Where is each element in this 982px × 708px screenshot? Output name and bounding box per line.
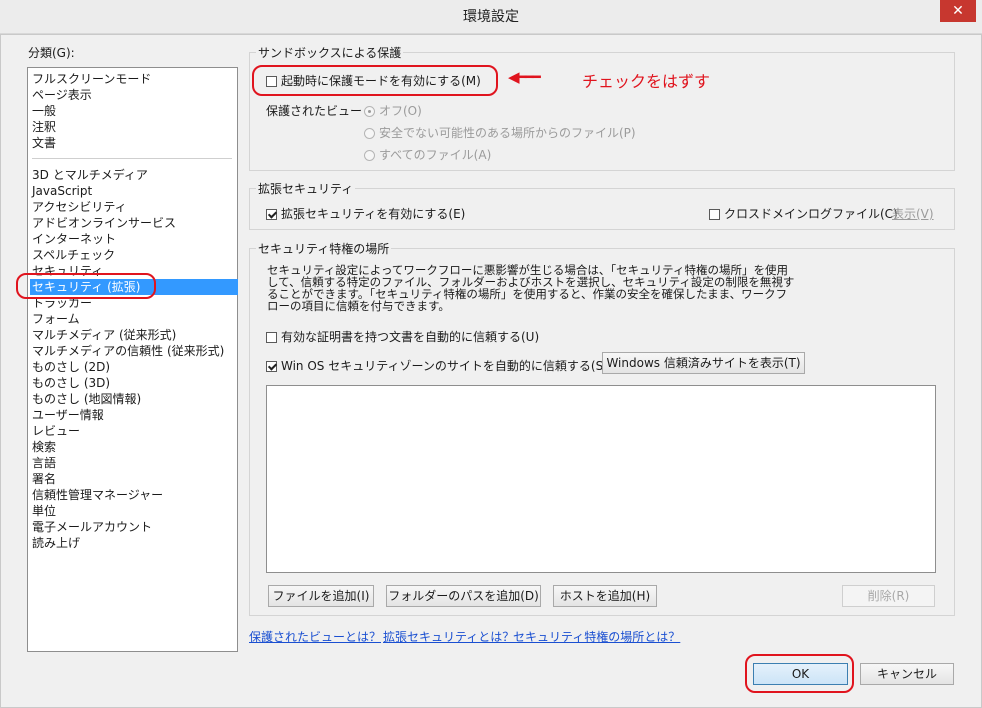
checkbox-box[interactable] — [266, 209, 277, 220]
radio-dot[interactable] — [364, 150, 375, 161]
category-item[interactable]: 注釈 — [32, 119, 236, 135]
category-item[interactable]: ものさし (地図情報) — [32, 391, 236, 407]
category-item[interactable]: レビュー — [32, 423, 236, 439]
view-log-link[interactable]: 表示(V) — [892, 205, 934, 222]
category-item[interactable]: アクセシビリティ — [32, 199, 236, 215]
radio-unsafe-label: 安全でない可能性のある場所からのファイル(P) — [379, 126, 636, 140]
cert-checkbox[interactable]: 有効な証明書を持つ文書を自動的に信頼する(U) — [266, 328, 539, 345]
category-item[interactable]: ユーザー情報 — [32, 407, 236, 423]
protected-view-label: 保護されたビュー — [266, 104, 363, 118]
radio-off[interactable]: オフ(O) — [364, 102, 422, 119]
category-item[interactable]: 信頼性管理マネージャー — [32, 487, 236, 503]
radio-dot[interactable] — [364, 128, 375, 139]
winos-label: Win OS セキュリティゾーンのサイトを自動的に信頼する(S) — [281, 359, 608, 373]
sandbox-group-title: サンドボックスによる保護 — [256, 44, 404, 61]
privileged-locations-list[interactable] — [266, 385, 936, 573]
category-item[interactable]: 言語 — [32, 455, 236, 471]
category-item[interactable]: フォーム — [32, 311, 236, 327]
add-folder-button[interactable]: フォルダーのパスを追加(D) — [386, 585, 541, 607]
privileged-group-title: セキュリティ特権の場所 — [256, 240, 392, 257]
delete-button[interactable]: 削除(R) — [842, 585, 935, 607]
list-divider — [32, 158, 232, 159]
cert-label: 有効な証明書を持つ文書を自動的に信頼する(U) — [281, 330, 540, 344]
category-item[interactable]: フルスクリーンモード — [32, 71, 236, 87]
category-item[interactable]: JavaScript — [32, 183, 236, 199]
category-item[interactable]: マルチメディア (従来形式) — [32, 327, 236, 343]
checkbox-box[interactable] — [266, 361, 277, 372]
category-item[interactable]: 読み上げ — [32, 535, 236, 551]
cancel-button[interactable]: キャンセル — [860, 663, 954, 685]
crossdomain-checkbox[interactable]: クロスドメインログファイル(C) — [709, 205, 898, 222]
winos-checkbox[interactable]: Win OS セキュリティゾーンのサイトを自動的に信頼する(S) — [266, 357, 608, 374]
privileged-help-link[interactable]: セキュリティ特権の場所とは？ — [513, 628, 680, 645]
radio-all[interactable]: すべてのファイル(A) — [364, 146, 491, 163]
category-item[interactable]: 検索 — [32, 439, 236, 455]
radio-all-label: すべてのファイル(A) — [379, 148, 492, 162]
category-item[interactable]: アドビオンラインサービス — [32, 215, 236, 231]
highlight-protected-mode — [252, 65, 498, 96]
category-item[interactable]: 文書 — [32, 135, 236, 151]
radio-dot[interactable] — [364, 106, 375, 117]
category-list[interactable]: フルスクリーンモード ページ表示 一般 注釈 文書 3D とマルチメディア JavaScri… — [27, 67, 238, 652]
crossdomain-label: クロスドメインログファイル(C) — [724, 207, 898, 221]
enhanced-help-link[interactable]: 拡張セキュリティとは？ — [383, 628, 514, 645]
add-host-button[interactable]: ホストを追加(H) — [553, 585, 657, 607]
radio-off-label: オフ(O) — [379, 104, 422, 118]
category-label: 分類(G): — [28, 46, 75, 60]
annotation-arrow: ◀━━━ — [508, 68, 541, 86]
protected-view-help-link[interactable]: 保護されたビューとは？ — [249, 628, 381, 645]
category-item[interactable]: ものさし (2D) — [32, 359, 236, 375]
category-item[interactable]: ページ表示 — [32, 87, 236, 103]
window-title: 環境設定 — [463, 9, 519, 25]
category-item[interactable]: 電子メールアカウント — [32, 519, 236, 535]
add-file-button[interactable]: ファイルを追加(I) — [268, 585, 374, 607]
annotation-text: チェックをはずす — [582, 72, 711, 91]
category-item[interactable]: 単位 — [32, 503, 236, 519]
highlight-selected-category — [16, 273, 156, 299]
privileged-description-4: ローの項目に信頼を付与できます。 — [267, 299, 450, 313]
enhanced-checkbox[interactable]: 拡張セキュリティを有効にする(E) — [266, 205, 465, 222]
category-item[interactable]: ものさし (3D) — [32, 375, 236, 391]
checkbox-box[interactable] — [709, 209, 720, 220]
checkbox-box[interactable] — [266, 332, 277, 343]
category-item[interactable]: 署名 — [32, 471, 236, 487]
category-item[interactable]: 3D とマルチメディア — [32, 167, 236, 183]
radio-unsafe[interactable]: 安全でない可能性のある場所からのファイル(P) — [364, 124, 636, 141]
highlight-ok — [745, 654, 854, 693]
show-trusted-sites-button[interactable]: Windows 信頼済みサイトを表示(T) — [602, 352, 805, 374]
category-item[interactable]: マルチメディアの信頼性 (従来形式) — [32, 343, 236, 359]
category-item[interactable]: スペルチェック — [32, 247, 236, 263]
category-item[interactable]: インターネット — [32, 231, 236, 247]
close-button[interactable]: ✕ — [940, 0, 976, 22]
category-item[interactable]: 一般 — [32, 103, 236, 119]
enhanced-label: 拡張セキュリティを有効にする(E) — [281, 207, 466, 221]
enhanced-group-title: 拡張セキュリティ — [256, 180, 356, 197]
